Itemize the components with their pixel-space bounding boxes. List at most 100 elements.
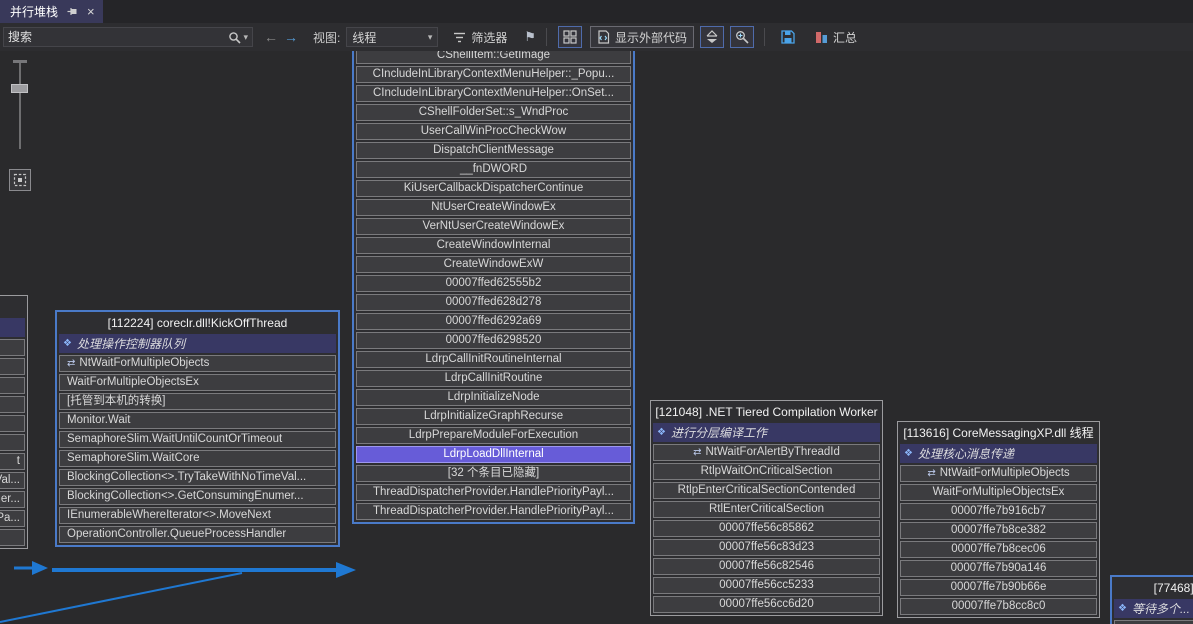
stack-frame[interactable]: ⇄ NtWaitForMultipleObjects [900, 465, 1097, 482]
stack-frame[interactable]: OperationController.QueueProcessHandler [59, 526, 336, 543]
stack-frame[interactable]: CreateWindowExW [356, 256, 631, 273]
zoom-slider-track[interactable] [19, 63, 21, 149]
stack-frame[interactable]: IEnumerableWhereIterator<>.MoveNext [59, 507, 336, 524]
zoom-slider-thumb[interactable] [11, 84, 28, 93]
filter-button[interactable]: 筛选器 [446, 26, 514, 48]
zoom-to-fit-button[interactable] [9, 169, 31, 191]
stack-frame[interactable]: t [0, 453, 25, 470]
stack-frame[interactable]: LdrpInitializeGraphRecurse [356, 408, 631, 425]
stack-frame[interactable]: WaitForMultipleObjectsEx [900, 484, 1097, 501]
pin-icon[interactable] [67, 6, 78, 17]
stack-frame[interactable] [0, 434, 25, 451]
stack-frame[interactable]: LdrpCallInitRoutine [356, 370, 631, 387]
search-dropdown-icon[interactable]: ▾ [243, 32, 248, 43]
summary-button[interactable]: 汇总 [808, 26, 864, 48]
stack-frame[interactable]: ThreadDispatcherProvider.HandlePriorityP… [356, 503, 631, 520]
back-button[interactable]: ← [261, 29, 281, 45]
frame-text: SemaphoreSlim.WaitUntilCountOrTimeout [67, 432, 282, 447]
frame-text: LdrpPrepareModuleForExecution [409, 428, 578, 443]
stacks-canvas[interactable]: t -Val... ner... yPa... [0, 51, 1193, 624]
stack-frame[interactable]: UserCallWinProcCheckWow [356, 123, 631, 140]
stack-frame[interactable]: LdrpCallInitRoutineInternal [356, 351, 631, 368]
show-external-code-button[interactable]: 显示外部代码 [590, 26, 694, 48]
stack-frame[interactable]: [32 个条目已隐藏] [356, 465, 631, 482]
stack-frame[interactable] [0, 358, 25, 375]
stack-frame[interactable]: __fnDWORD [356, 161, 631, 178]
stack-frame[interactable] [0, 377, 25, 394]
stack-frame[interactable]: Monitor.Wait [59, 412, 336, 429]
stack-frame[interactable]: 00007ffe56cc6d20 [653, 596, 880, 613]
stack-frame[interactable]: CreateWindowInternal [356, 237, 631, 254]
flip-view-icon[interactable] [700, 26, 724, 48]
zoom-selection-icon[interactable] [730, 26, 754, 48]
stack-frame[interactable] [0, 339, 25, 356]
stack-frame[interactable]: yPa... [0, 510, 25, 527]
search-box[interactable]: ▾ [3, 27, 253, 47]
method-view-icon[interactable] [558, 26, 582, 48]
stack-frame[interactable]: 00007ffed6298520 [356, 332, 631, 349]
stack-frame[interactable]: ThreadDispatcherProvider.HandlePriorityP… [356, 484, 631, 501]
stack-frame[interactable]: 00007ffe7b8cec06 [900, 541, 1097, 558]
stack-frame[interactable]: 00007ffe7b8cc8c0 [900, 598, 1097, 615]
stack-frame[interactable]: 00007ffed62555b2 [356, 275, 631, 292]
close-icon[interactable]: × [87, 5, 95, 18]
stack-frame[interactable]: LdrpPrepareModuleForExecution [356, 427, 631, 444]
stack-frame[interactable]: WaitForMultipleObjectsEx [59, 374, 336, 391]
frame-text: CShellItem::GetImage [437, 51, 550, 63]
stack-frame[interactable]: BlockingCollection<>.TryTakeWithNoTimeVa… [59, 469, 336, 486]
frame-text: UserCallWinProcCheckWow [421, 124, 567, 139]
stack-frame[interactable]: 00007ffe56c83d23 [653, 539, 880, 556]
stack-frame[interactable] [0, 415, 25, 432]
stack-frame[interactable] [0, 529, 25, 546]
stack-frame[interactable]: 00007ffe56cc5233 [653, 577, 880, 594]
stack-frame[interactable]: 00007ffe7b916cb7 [900, 503, 1097, 520]
stack-frame[interactable]: CShellItem::GetImage [356, 51, 631, 64]
stack-frame[interactable]: CIncludeInLibraryContextMenuHelper::_Pop… [356, 66, 631, 83]
stack-frame[interactable] [1114, 620, 1193, 624]
stack-frame[interactable] [0, 396, 25, 413]
stack-frame[interactable]: ⇄ NtWaitForAlertByThreadId [653, 444, 880, 461]
stack-frame[interactable]: RtlEnterCriticalSection [653, 501, 880, 518]
search-icon[interactable] [228, 31, 241, 44]
stack-frame[interactable]: 00007ffe7b90b66e [900, 579, 1097, 596]
stack-frame[interactable]: ner... [0, 491, 25, 508]
stack-frame[interactable]: -Val... [0, 472, 25, 489]
stack-frame[interactable]: SemaphoreSlim.WaitUntilCountOrTimeout [59, 431, 336, 448]
stack-frame[interactable]: 00007ffe7b90a146 [900, 560, 1097, 577]
flag-icon[interactable]: ⚑ [524, 29, 536, 45]
frame-text: Monitor.Wait [67, 413, 130, 428]
stack-frame[interactable]: LdrpLoadDllInternal [356, 446, 631, 463]
stack-frame[interactable]: KiUserCallbackDispatcherContinue [356, 180, 631, 197]
stack-frame[interactable]: BlockingCollection<>.GetConsumingEnumer.… [59, 488, 336, 505]
stack-box-113616: [113616] CoreMessagingXP.dll 线程 ❖ 处理核心消息… [897, 421, 1100, 618]
frame-text: -Val... [0, 473, 20, 488]
stack-frame[interactable]: CShellFolderSet::s_WndProc [356, 104, 631, 121]
stack-frame[interactable]: 00007ffe7b8ce382 [900, 522, 1097, 539]
stack-frame[interactable]: 00007ffe56c82546 [653, 558, 880, 575]
search-input[interactable] [8, 30, 228, 44]
stack-frame[interactable]: DispatchClientMessage [356, 142, 631, 159]
stack-frame[interactable]: [托管到本机的转换] [59, 393, 336, 410]
stack-frame[interactable]: RtlpWaitOnCriticalSection [653, 463, 880, 480]
stack-frame[interactable]: 00007ffe56c85862 [653, 520, 880, 537]
stack-frame[interactable]: 00007ffed6292a69 [356, 313, 631, 330]
stack-frame[interactable]: RtlpEnterCriticalSectionContended [653, 482, 880, 499]
frame-text: 00007ffed62555b2 [446, 276, 542, 291]
frame-list: ⇄ NtWaitForAlertByThreadId RtlpWaitOnCri… [651, 444, 882, 613]
view-dropdown[interactable]: 线程 ▾ [346, 27, 438, 47]
stack-frame[interactable]: SemaphoreSlim.WaitCore [59, 450, 336, 467]
stack-frame[interactable]: 00007ffed628d278 [356, 294, 631, 311]
stack-frame[interactable]: VerNtUserCreateWindowEx [356, 218, 631, 235]
stack-frame[interactable]: CIncludeInLibraryContextMenuHelper::OnSe… [356, 85, 631, 102]
frame-text: t [17, 454, 20, 469]
frame-text: 00007ffe56cc6d20 [719, 597, 813, 612]
frame-text: 00007ffe56cc5233 [719, 578, 813, 593]
forward-button[interactable]: → [281, 29, 301, 45]
stack-frame[interactable]: NtUserCreateWindowEx [356, 199, 631, 216]
stack-frame[interactable]: ⇄ NtWaitForMultipleObjects [59, 355, 336, 372]
tab-parallel-stacks[interactable]: 并行堆栈 × [0, 0, 103, 23]
frame-list: ⇄ NtWaitForMultipleObjects WaitForMultip… [898, 465, 1099, 615]
stack-frame[interactable]: LdrpInitializeNode [356, 389, 631, 406]
save-icon[interactable] [776, 26, 800, 48]
thread-annotation-icon: ❖ [63, 338, 72, 349]
